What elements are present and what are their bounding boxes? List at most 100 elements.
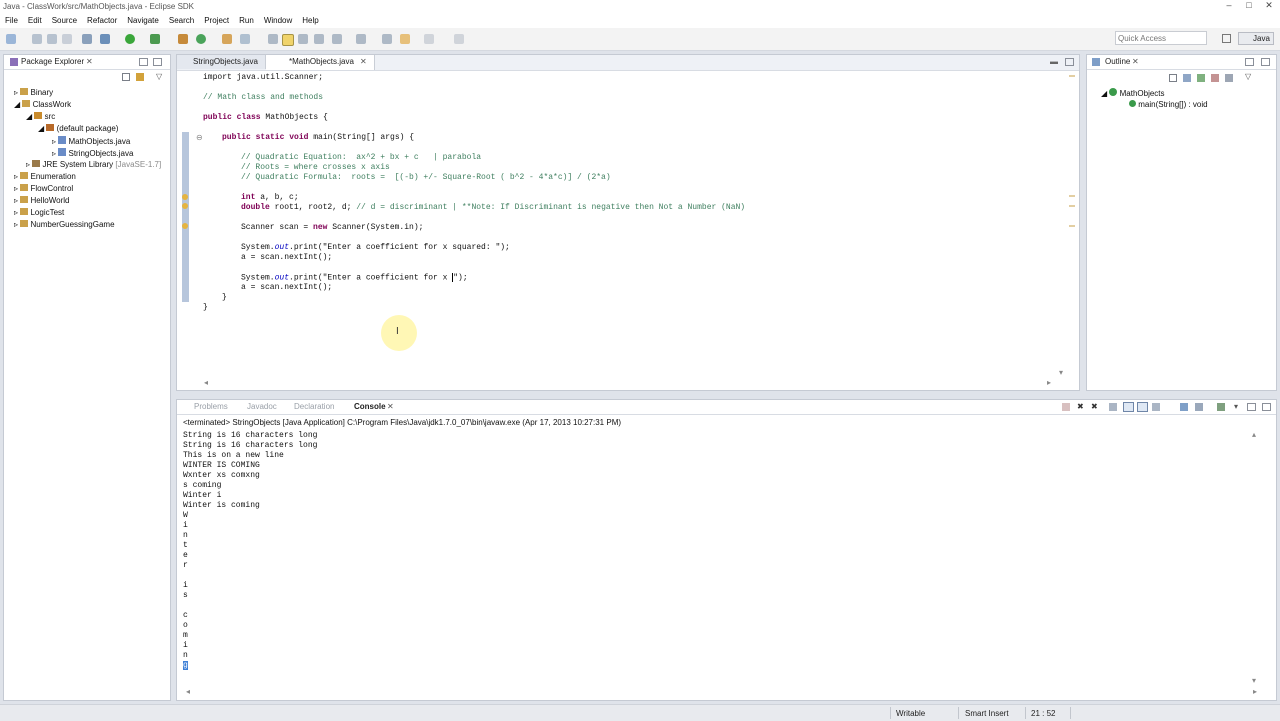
outline-class-item[interactable]: ◢ MathObjects [1101, 88, 1165, 98]
tree-item-logictest[interactable]: ▹ LogicTest [14, 208, 64, 217]
tree-item-stringobjects-java[interactable]: ▹ StringObjects.java [52, 148, 133, 158]
fold-icon[interactable]: ⊖ [196, 133, 203, 142]
scroll-up-icon[interactable]: ▴ [1252, 430, 1256, 439]
tree-item-helloworld[interactable]: ▹ HelloWorld [14, 196, 69, 205]
remove-all-icon[interactable]: ✖ [1091, 402, 1098, 411]
tab-mathobjects-java[interactable]: *MathObjects.java ✕ [266, 55, 375, 70]
close-tab-icon[interactable]: ✕ [360, 57, 367, 66]
block-selection-icon[interactable] [298, 34, 308, 44]
clear-console-icon[interactable] [1109, 403, 1117, 411]
view-menu-icon[interactable]: ▾ [1234, 402, 1238, 411]
tree-item-numberguessinggame[interactable]: ▹ NumberGuessingGame [14, 220, 115, 229]
tree-item-default-package[interactable]: ◢ (default package) [38, 124, 118, 133]
minimize-icon[interactable]: – [1222, 0, 1236, 10]
tab-console[interactable]: Console [354, 402, 386, 411]
menu-search[interactable]: Search [164, 14, 199, 28]
search-icon[interactable] [240, 34, 250, 44]
display-console-icon[interactable] [1195, 403, 1203, 411]
tree-item-binary[interactable]: ▹ Binary [14, 88, 53, 97]
view-menu-icon[interactable]: ▽ [156, 72, 162, 81]
menu-file[interactable]: File [0, 14, 23, 28]
link-editor-icon[interactable] [136, 73, 144, 81]
menu-project[interactable]: Project [199, 14, 234, 28]
tab-problems[interactable]: Problems [194, 402, 228, 411]
last-edit-icon[interactable] [382, 34, 392, 44]
scroll-right-icon[interactable]: ▸ [1047, 378, 1051, 387]
tree-item-src[interactable]: ◢ src [26, 112, 55, 121]
toggle-icon[interactable] [82, 34, 92, 44]
close-tab-icon[interactable]: ✕ [387, 402, 394, 411]
forward-icon[interactable] [424, 34, 434, 44]
next-annotation-icon[interactable] [332, 34, 342, 44]
tab-outline[interactable]: Outline [1105, 57, 1130, 66]
previous-annotation-icon[interactable] [356, 34, 366, 44]
tab-javadoc[interactable]: Javadoc [247, 402, 277, 411]
back-icon[interactable] [400, 34, 410, 44]
open-type-icon[interactable] [222, 34, 232, 44]
tree-item-flowcontrol[interactable]: ▹ FlowControl [14, 184, 73, 193]
minimize-view-icon[interactable] [1245, 58, 1254, 66]
terminate-icon[interactable] [1062, 403, 1070, 411]
menu-refactor[interactable]: Refactor [82, 14, 122, 28]
hide-fields-icon[interactable] [1197, 74, 1205, 82]
scroll-left-icon[interactable]: ◂ [204, 378, 208, 387]
pin-icon[interactable] [454, 34, 464, 44]
word-wrap-icon[interactable] [1137, 402, 1148, 412]
close-icon[interactable]: ✕ [1262, 0, 1276, 10]
scroll-lock-icon[interactable] [1123, 402, 1134, 412]
collapse-all-icon[interactable] [1169, 74, 1177, 82]
hide-static-icon[interactable] [1211, 74, 1219, 82]
maximize-view-icon[interactable] [153, 58, 162, 66]
save-icon[interactable] [32, 34, 42, 44]
scroll-right-icon[interactable]: ▸ [1253, 687, 1257, 696]
outline-method-item[interactable]: main(String[]) : void [1129, 100, 1208, 109]
close-tab-icon[interactable]: ✕ [86, 57, 93, 66]
scroll-down-icon[interactable]: ▾ [1059, 368, 1063, 377]
maximize-view-icon[interactable] [1065, 58, 1074, 66]
quick-access-field[interactable]: Quick Access [1115, 31, 1207, 45]
scroll-down-icon[interactable]: ▾ [1252, 676, 1256, 685]
tab-stringobjects-java[interactable]: StringObjects.java [177, 55, 266, 69]
scroll-left-icon[interactable]: ◂ [186, 687, 190, 696]
minimize-view-icon[interactable]: ▬ [1050, 57, 1058, 66]
maximize-view-icon[interactable] [1262, 403, 1271, 411]
collapse-all-icon[interactable] [122, 73, 130, 81]
toggle-mark-occurrences-icon[interactable] [282, 34, 294, 46]
maximize-icon[interactable]: □ [1242, 0, 1256, 10]
open-console-icon[interactable] [1217, 403, 1225, 411]
debug-icon[interactable] [100, 34, 110, 44]
save-all-icon[interactable] [47, 34, 57, 44]
tab-package-explorer[interactable]: Package Explorer [21, 57, 84, 66]
new-icon[interactable] [6, 34, 16, 44]
java-perspective-button[interactable]: Java [1238, 32, 1274, 45]
run-icon[interactable] [125, 34, 135, 44]
mark-icon[interactable] [268, 34, 278, 44]
view-menu-icon[interactable]: ▽ [1245, 72, 1251, 81]
tree-item-jre-system-library[interactable]: ▹ JRE System Library [JavaSE-1.7] [26, 160, 161, 169]
menu-window[interactable]: Window [259, 14, 297, 28]
minimize-view-icon[interactable] [139, 58, 148, 66]
new-package-icon[interactable] [178, 34, 188, 44]
print-icon[interactable] [62, 34, 72, 44]
hide-nonpublic-icon[interactable] [1225, 74, 1233, 82]
menu-navigate[interactable]: Navigate [122, 14, 164, 28]
show-on-output-icon[interactable] [1152, 403, 1160, 411]
menu-edit[interactable]: Edit [23, 14, 47, 28]
tree-item-enumeration[interactable]: ▹ Enumeration [14, 172, 76, 181]
sort-icon[interactable] [1183, 74, 1191, 82]
tree-item-mathobjects-java[interactable]: ▹ MathObjects.java [52, 136, 130, 146]
close-tab-icon[interactable]: ✕ [1132, 57, 1139, 66]
menu-source[interactable]: Source [47, 14, 82, 28]
run-external-icon[interactable] [150, 34, 160, 44]
minimize-view-icon[interactable] [1247, 403, 1256, 411]
new-class-icon[interactable] [196, 34, 206, 44]
pin-console-icon[interactable] [1180, 403, 1188, 411]
menu-run[interactable]: Run [234, 14, 259, 28]
tab-declaration[interactable]: Declaration [294, 402, 334, 411]
open-perspective-icon[interactable] [1222, 34, 1231, 43]
menu-help[interactable]: Help [297, 14, 323, 28]
remove-launch-icon[interactable]: ✖ [1077, 402, 1084, 411]
maximize-view-icon[interactable] [1261, 58, 1270, 66]
tree-item-classwork[interactable]: ◢ ClassWork [14, 100, 71, 109]
show-whitespace-icon[interactable] [314, 34, 324, 44]
